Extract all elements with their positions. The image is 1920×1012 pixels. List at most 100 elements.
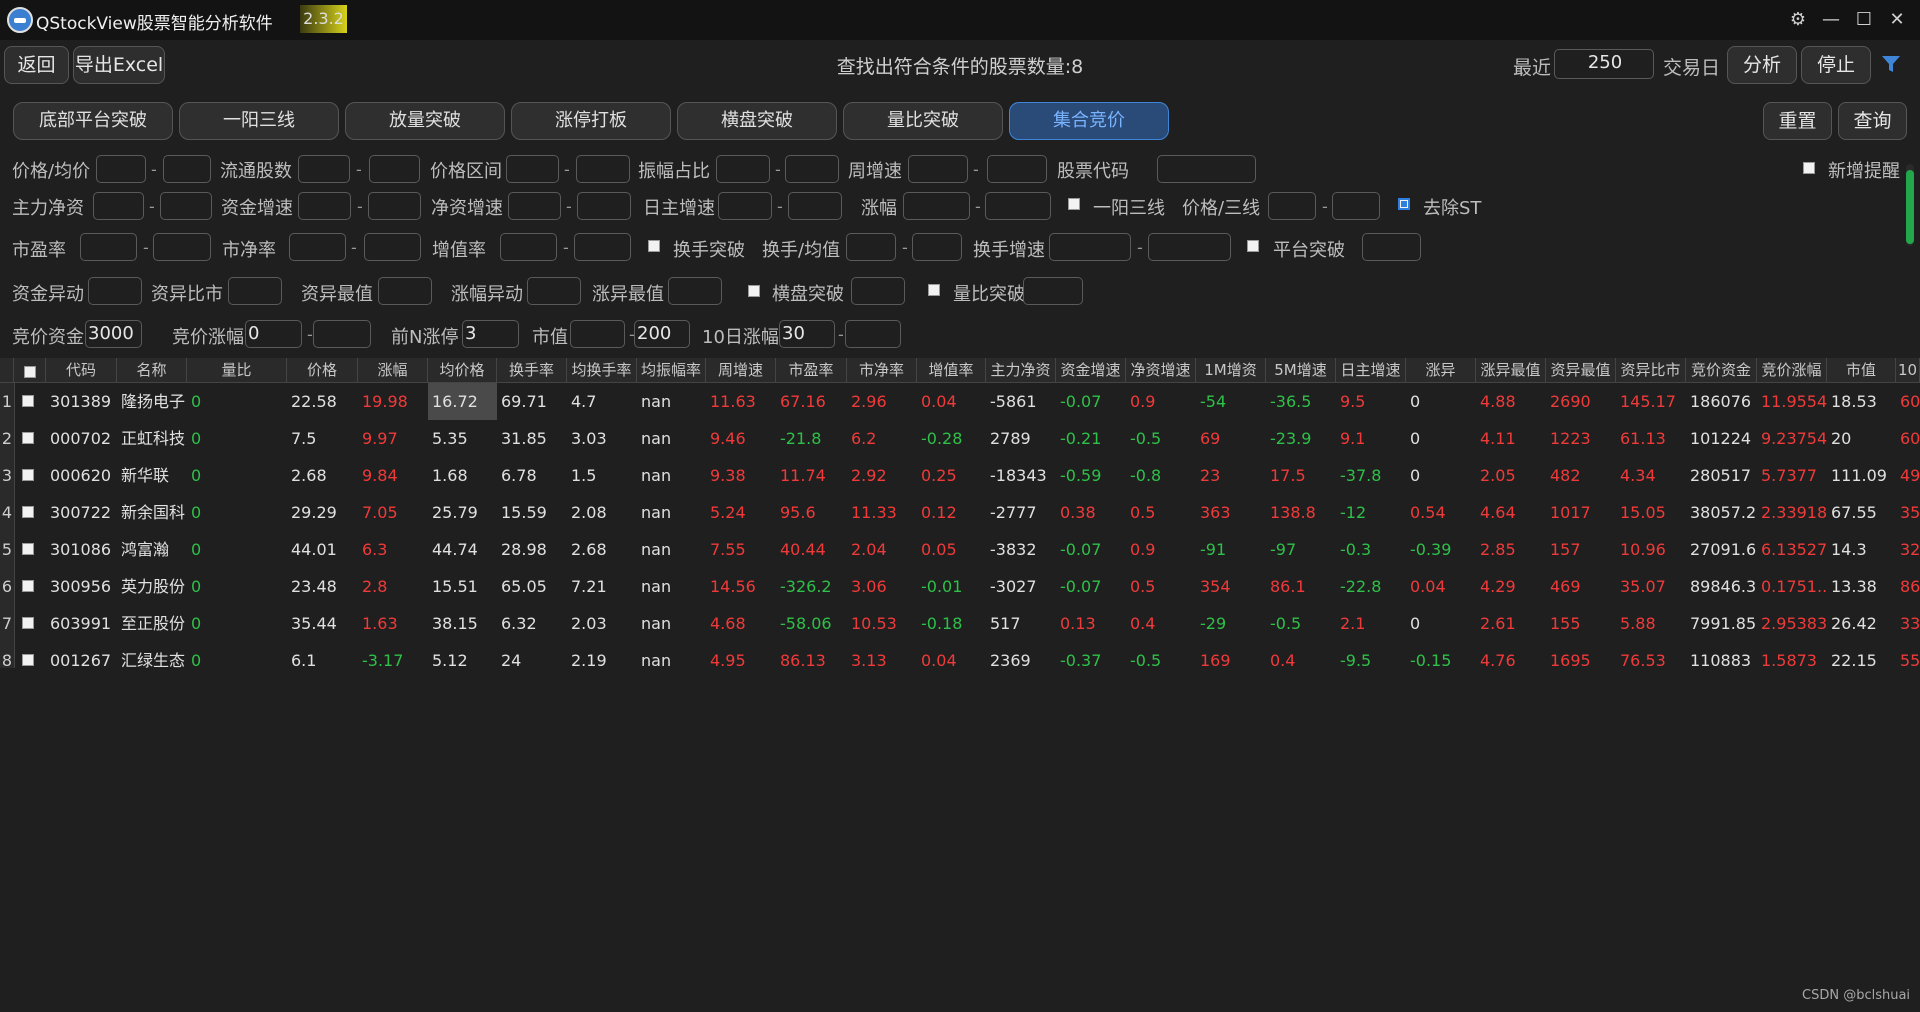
cell-code[interactable]: 603991 — [46, 605, 117, 642]
cell-main-net[interactable]: -2777 — [986, 494, 1056, 531]
select-all-checkbox[interactable] — [23, 366, 36, 378]
cell-10-day[interactable]: 35 — [1896, 494, 1920, 531]
amplitude-ratio-max-input[interactable] — [785, 155, 839, 183]
cell-daily-main-growth[interactable]: -9.5 — [1336, 642, 1406, 668]
cell-fund-growth[interactable]: -0.59 — [1056, 457, 1126, 494]
anomaly-ratio-input[interactable] — [228, 277, 282, 305]
cell-pb[interactable]: 3.06 — [847, 568, 917, 605]
cell-fund-anomaly-ratio[interactable]: 145.17 — [1616, 383, 1686, 420]
cell-avg-price[interactable]: 44.74 — [428, 531, 497, 568]
cell-net-growth[interactable]: 0.5 — [1126, 494, 1196, 531]
cell-growth-rate[interactable]: -0.18 — [917, 605, 986, 642]
cell-change[interactable]: 19.98 — [358, 383, 428, 420]
cell-5m-growth[interactable]: 17.5 — [1266, 457, 1336, 494]
cell-change-anomaly[interactable]: 0 — [1406, 420, 1476, 457]
header-daily-main-growth[interactable]: 日主增速 — [1336, 358, 1406, 382]
header-pe[interactable]: 市盈率 — [776, 358, 847, 382]
cell-avg-price[interactable]: 15.51 — [428, 568, 497, 605]
float-shares-min-input[interactable] — [298, 155, 350, 183]
cell-price[interactable]: 22.58 — [287, 383, 358, 420]
pb-max-input[interactable] — [364, 233, 421, 261]
cell-1m-fund[interactable]: -91 — [1196, 531, 1266, 568]
new-alert-checkbox[interactable] — [1803, 162, 1815, 174]
cell-fund-anomaly-max[interactable]: 157 — [1546, 531, 1616, 568]
cell-weekly-growth[interactable]: 7.55 — [706, 531, 776, 568]
cell-10-day[interactable]: 55 — [1896, 642, 1920, 668]
cell-fund-anomaly-ratio[interactable]: 4.34 — [1616, 457, 1686, 494]
platform-break-checkbox[interactable] — [1247, 240, 1259, 252]
settings-icon[interactable]: ⚙ — [1786, 8, 1810, 32]
filter-scrollbar-thumb[interactable] — [1906, 170, 1914, 244]
cell-volume-ratio[interactable]: 0 — [187, 457, 287, 494]
daily-main-growth-min-input[interactable] — [718, 192, 772, 220]
table-row[interactable]: 5 301086 鸿富瀚 0 44.01 6.3 44.74 28.98 2.68 nan 7.55… — [0, 531, 1920, 568]
cell-code[interactable]: 300722 — [46, 494, 117, 531]
header-10-day[interactable]: 10 — [1896, 358, 1920, 382]
cell-pb[interactable]: 11.33 — [847, 494, 917, 531]
cell-fund-anomaly-ratio[interactable]: 35.07 — [1616, 568, 1686, 605]
cell-10-day[interactable]: 49 — [1896, 457, 1920, 494]
header-fund-anomaly-max[interactable]: 资异最值 — [1546, 358, 1616, 382]
cell-pe[interactable]: 86.13 — [776, 642, 847, 668]
cell-turnover[interactable]: 69.71 — [497, 383, 567, 420]
cell-fund-growth[interactable]: -0.07 — [1056, 383, 1126, 420]
pe-max-input[interactable] — [153, 233, 211, 261]
cell-avg-turnover[interactable]: 2.19 — [567, 642, 637, 668]
tab-bottom-platform-breakout[interactable]: 底部平台突破 — [13, 102, 173, 140]
cell-volume-ratio[interactable]: 0 — [187, 605, 287, 642]
cell-change-anomaly[interactable]: 0 — [1406, 605, 1476, 642]
cell-pb[interactable]: 2.92 — [847, 457, 917, 494]
cell-daily-main-growth[interactable]: 9.1 — [1336, 420, 1406, 457]
cell-avg-amplitude[interactable]: nan — [637, 642, 706, 668]
cell-pe[interactable]: 67.16 — [776, 383, 847, 420]
cell-code[interactable]: 300956 — [46, 568, 117, 605]
ten-day-change-min-input[interactable]: 30 — [779, 320, 835, 348]
cell-change-anomaly[interactable]: -0.39 — [1406, 531, 1476, 568]
cell-main-net[interactable]: 2789 — [986, 420, 1056, 457]
tab-volume-ratio-breakout[interactable]: 量比突破 — [843, 102, 1003, 140]
header-avg-turnover[interactable]: 均换手率 — [567, 358, 637, 382]
cell-market-cap[interactable]: 20 — [1827, 420, 1896, 457]
export-excel-button[interactable]: 导出Excel — [73, 46, 165, 84]
cell-volume-ratio[interactable]: 0 — [187, 383, 287, 420]
header-growth-rate[interactable]: 增值率 — [917, 358, 986, 382]
cell-1m-fund[interactable]: 354 — [1196, 568, 1266, 605]
cell-fund-anomaly-ratio[interactable]: 76.53 — [1616, 642, 1686, 668]
cell-change-anomaly[interactable]: 0.04 — [1406, 568, 1476, 605]
cell-change-anomaly-max[interactable]: 4.76 — [1476, 642, 1546, 668]
cell-5m-growth[interactable]: 138.8 — [1266, 494, 1336, 531]
header-5m-growth[interactable]: 5M增速 — [1266, 358, 1336, 382]
cell-market-cap[interactable]: 26.42 — [1827, 605, 1896, 642]
top-n-limit-input[interactable]: 3 — [462, 320, 519, 348]
cell-bid-fund[interactable]: 280517 — [1686, 457, 1757, 494]
cell-pb[interactable]: 6.2 — [847, 420, 917, 457]
cell-name[interactable]: 新华联 — [117, 457, 187, 494]
table-row[interactable]: 1 301389 隆扬电子 0 22.58 19.98 16.72 69.71 4.7 nan 11… — [0, 383, 1920, 420]
cell-turnover[interactable]: 15.59 — [497, 494, 567, 531]
header-bid-fund[interactable]: 竞价资金 — [1686, 358, 1757, 382]
header-weekly-growth[interactable]: 周增速 — [706, 358, 776, 382]
close-icon[interactable]: ✕ — [1885, 8, 1909, 32]
header-pb[interactable]: 市净率 — [847, 358, 917, 382]
cell-market-cap[interactable]: 111.09 — [1827, 457, 1896, 494]
cell-code[interactable]: 301086 — [46, 531, 117, 568]
cell-name[interactable]: 汇绿生态 — [117, 642, 187, 668]
cell-net-growth[interactable]: 0.5 — [1126, 568, 1196, 605]
cell-bid-fund[interactable]: 27091.6 — [1686, 531, 1757, 568]
header-change[interactable]: 涨幅 — [358, 358, 428, 382]
tab-limit-up[interactable]: 涨停打板 — [511, 102, 671, 140]
cell-weekly-growth[interactable]: 5.24 — [706, 494, 776, 531]
cell-market-cap[interactable]: 22.15 — [1827, 642, 1896, 668]
cell-name[interactable]: 鸿富瀚 — [117, 531, 187, 568]
cell-fund-anomaly-max[interactable]: 155 — [1546, 605, 1616, 642]
growth-rate-max-input[interactable] — [574, 233, 631, 261]
ten-day-change-max-input[interactable] — [845, 320, 901, 348]
cell-net-growth[interactable]: 0.9 — [1126, 531, 1196, 568]
cell-avg-amplitude[interactable]: nan — [637, 605, 706, 642]
cell-avg-turnover[interactable]: 2.68 — [567, 531, 637, 568]
table-row[interactable]: 7 603991 至正股份 0 35.44 1.63 38.15 6.32 2.03 nan 4.6… — [0, 605, 1920, 642]
cell-volume-ratio[interactable]: 0 — [187, 494, 287, 531]
cell-avg-turnover[interactable]: 2.08 — [567, 494, 637, 531]
cell-price[interactable]: 2.68 — [287, 457, 358, 494]
header-volume-ratio[interactable]: 量比 — [187, 358, 287, 382]
